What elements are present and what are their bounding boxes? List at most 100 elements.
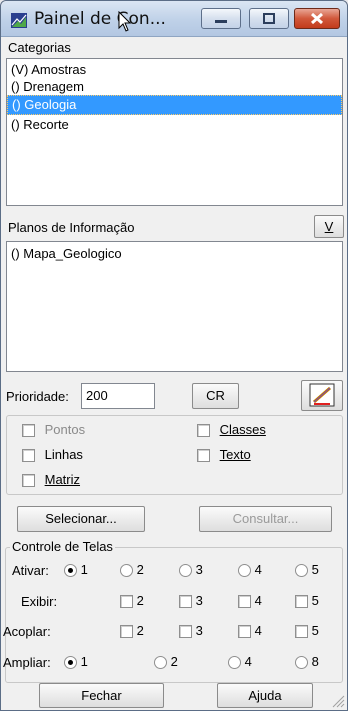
matriz-option[interactable]: Matriz	[22, 472, 81, 488]
texto-label: Texto	[219, 447, 251, 462]
radio-label: 1	[80, 562, 88, 577]
list-item[interactable]: () Mapa_Geologico	[7, 244, 342, 264]
checkbox[interactable]	[120, 625, 133, 639]
exibir-check-3[interactable]: 3	[179, 593, 203, 609]
ajuda-button[interactable]: Ajuda	[217, 683, 313, 708]
radio-button[interactable]	[64, 656, 77, 670]
classes-checkbox[interactable]	[197, 424, 210, 438]
checkbox[interactable]	[179, 625, 192, 639]
exibir-check-5[interactable]: 5	[295, 593, 319, 609]
screen-control-title: Controle de Telas	[10, 539, 115, 554]
exibir-label: Exibir:	[21, 594, 58, 609]
ativar-radio-5[interactable]: 5	[295, 562, 319, 578]
acoplar-label: Acoplar:	[3, 624, 51, 639]
list-item[interactable]: () Drenagem	[7, 78, 342, 95]
list-item[interactable]: (V) Amostras	[7, 61, 342, 78]
title-bar[interactable]: Painel de Con...	[1, 1, 347, 37]
painel-de-controle-window: Painel de Con... Categorias (V) Amostras…	[0, 0, 348, 711]
linhas-option[interactable]: Linhas	[22, 447, 83, 463]
checkbox-label: 2	[136, 623, 144, 638]
ativar-radio-1[interactable]: 1	[64, 562, 88, 578]
pontos-option[interactable]: Pontos	[22, 422, 85, 438]
checkbox[interactable]	[295, 625, 308, 639]
minimize-button[interactable]	[201, 8, 241, 29]
consultar-button[interactable]: Consultar...	[199, 506, 332, 532]
radio-button[interactable]	[179, 564, 192, 578]
radio-label: 5	[311, 562, 319, 577]
ativar-radio-4[interactable]: 4	[238, 562, 262, 578]
maximize-icon	[263, 13, 275, 24]
checkbox-label: 5	[311, 623, 319, 638]
radio-label: 2	[170, 654, 178, 669]
exibir-check-2[interactable]: 2	[120, 593, 144, 609]
categories-label: Categorias	[8, 40, 71, 55]
checkbox[interactable]	[238, 625, 251, 639]
checkbox-label: 4	[254, 623, 262, 638]
pen-edit-button[interactable]	[301, 380, 343, 411]
map-app-icon	[11, 13, 27, 28]
checkbox-label: 5	[311, 593, 319, 608]
ampliar-radio-1[interactable]: 1	[64, 654, 88, 670]
acoplar-check-2[interactable]: 2	[120, 623, 144, 639]
radio-label: 3	[195, 562, 203, 577]
radio-label: 1	[80, 654, 88, 669]
classes-label: Classes	[219, 422, 266, 437]
checkbox[interactable]	[120, 595, 133, 609]
priority-input[interactable]: 200	[81, 383, 155, 409]
list-item-selected[interactable]: () Geologia	[7, 95, 342, 115]
linhas-label: Linhas	[44, 447, 83, 462]
radio-button[interactable]	[154, 656, 167, 670]
radio-button[interactable]	[64, 564, 77, 578]
radio-label: 4	[244, 654, 252, 669]
list-item[interactable]: () Recorte	[7, 115, 342, 135]
mouse-cursor-icon	[118, 11, 132, 32]
radio-button[interactable]	[295, 656, 308, 670]
window-title: Painel de Con...	[34, 9, 166, 29]
radio-button[interactable]	[295, 564, 308, 578]
ampliar-radio-8[interactable]: 8	[295, 654, 319, 670]
pontos-checkbox[interactable]	[22, 424, 35, 438]
ativar-label: Ativar:	[12, 563, 49, 578]
ampliar-label: Ampliar:	[3, 655, 51, 670]
radio-label: 8	[311, 654, 319, 669]
radio-button[interactable]	[120, 564, 133, 578]
planes-label: Planos de Informação	[8, 220, 135, 235]
checkbox-label: 3	[195, 593, 203, 608]
texto-option[interactable]: Texto	[197, 447, 251, 463]
exibir-check-4[interactable]: 4	[238, 593, 262, 609]
v-button[interactable]: V	[314, 215, 344, 238]
checkbox[interactable]	[179, 595, 192, 609]
checkbox-label: 2	[136, 593, 144, 608]
checkbox[interactable]	[238, 595, 251, 609]
pen-edit-icon	[309, 383, 335, 407]
cr-button[interactable]: CR	[192, 383, 239, 409]
acoplar-check-4[interactable]: 4	[238, 623, 262, 639]
ativar-radio-3[interactable]: 3	[179, 562, 203, 578]
ativar-radio-2[interactable]: 2	[120, 562, 144, 578]
radio-button[interactable]	[238, 564, 251, 578]
texto-checkbox[interactable]	[197, 449, 210, 463]
planes-list[interactable]: () Mapa_Geologico	[6, 241, 343, 372]
fechar-button[interactable]: Fechar	[39, 683, 164, 708]
matriz-label: Matriz	[44, 472, 81, 487]
radio-label: 4	[254, 562, 262, 577]
maximize-button[interactable]	[249, 8, 289, 29]
radio-button[interactable]	[228, 656, 241, 670]
selecionar-button[interactable]: Selecionar...	[17, 506, 145, 532]
close-icon	[310, 12, 324, 25]
matriz-checkbox[interactable]	[22, 474, 35, 488]
close-button[interactable]	[294, 8, 340, 29]
minimize-icon	[215, 20, 227, 23]
checkbox-label: 3	[195, 623, 203, 638]
radio-label: 2	[136, 562, 144, 577]
ampliar-radio-2[interactable]: 2	[154, 654, 178, 670]
acoplar-check-5[interactable]: 5	[295, 623, 319, 639]
ampliar-radio-4[interactable]: 4	[228, 654, 252, 670]
categories-list[interactable]: (V) Amostras () Drenagem () Geologia () …	[6, 58, 343, 206]
checkbox[interactable]	[295, 595, 308, 609]
acoplar-check-3[interactable]: 3	[179, 623, 203, 639]
priority-label: Prioridade:	[6, 389, 69, 404]
classes-option[interactable]: Classes	[197, 422, 266, 438]
linhas-checkbox[interactable]	[22, 449, 35, 463]
resize-grip-icon[interactable]	[331, 694, 345, 708]
